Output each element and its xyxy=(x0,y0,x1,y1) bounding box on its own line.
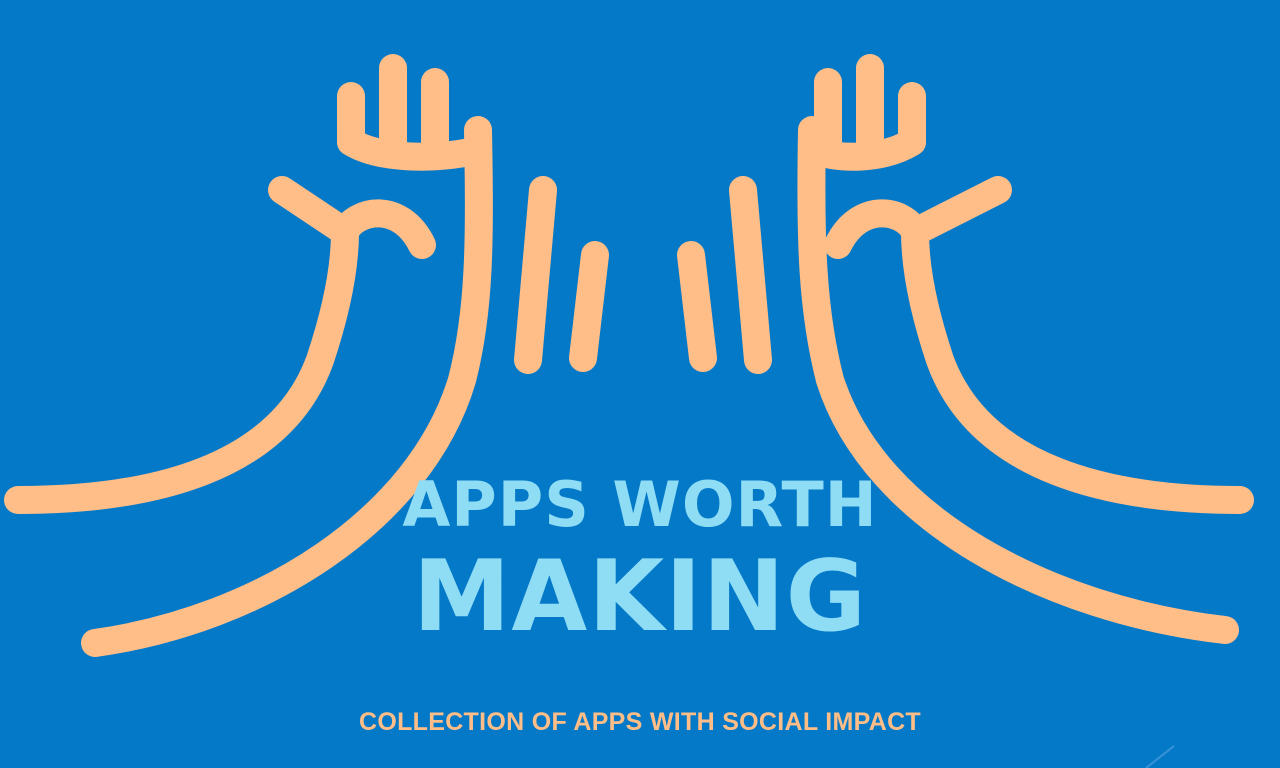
banner: APPS WORTH MAKING COLLECTION OF APPS WIT… xyxy=(0,0,1280,768)
title-line-1: APPS WORTH xyxy=(402,468,878,541)
title-line-2: MAKING xyxy=(412,540,868,654)
tagline: COLLECTION OF APPS WITH SOCIAL IMPACT xyxy=(358,708,921,736)
corner-stroke-icon xyxy=(1145,745,1175,768)
